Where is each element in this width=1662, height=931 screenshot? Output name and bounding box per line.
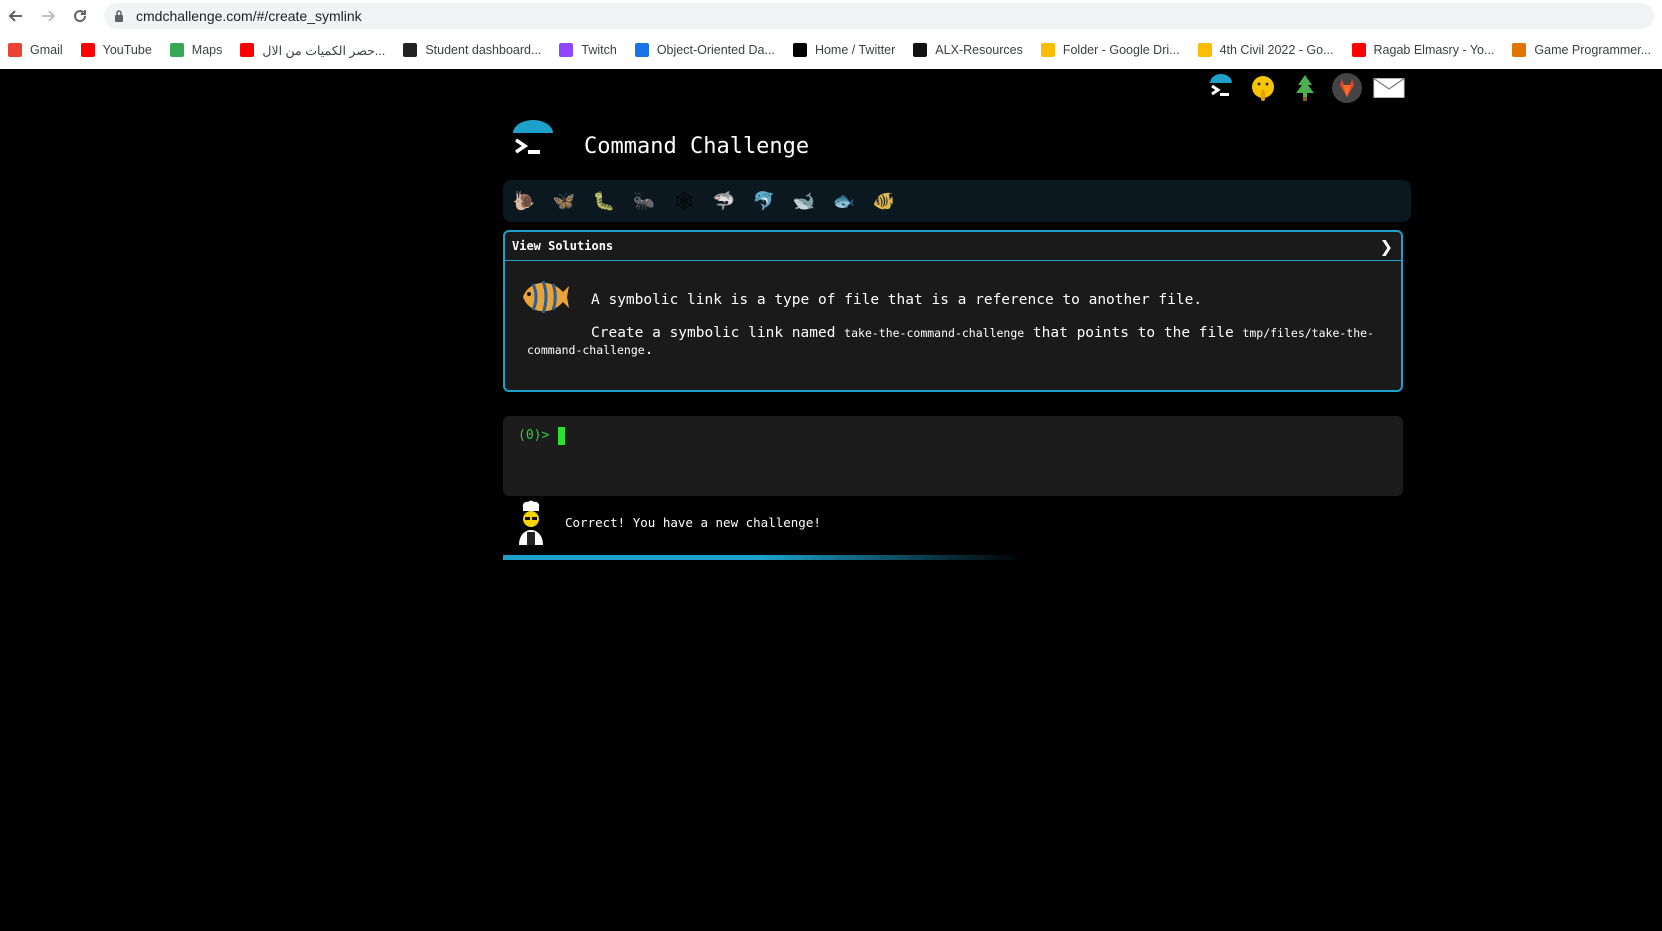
address-bar-row: cmdchallenge.com/#/create_symlink bbox=[0, 0, 1662, 32]
fish-icon[interactable]: 🐟 bbox=[831, 188, 857, 214]
view-solutions-label: View Solutions bbox=[512, 239, 614, 253]
twitch-icon bbox=[559, 43, 574, 57]
bookmark-label: حصر الكميات من الال... bbox=[262, 43, 386, 58]
shush-emoji-icon[interactable] bbox=[1247, 72, 1279, 104]
bookmark-label: Folder - Google Dri... bbox=[1062, 43, 1180, 57]
tropical-fish-icon[interactable]: 🐠 bbox=[871, 188, 897, 214]
alx-icon bbox=[403, 43, 418, 57]
drive-icon bbox=[1197, 43, 1212, 57]
pin-icon bbox=[1512, 43, 1527, 57]
bookmark-item[interactable]: Object-Oriented Da... bbox=[634, 43, 775, 57]
top-icons bbox=[1205, 72, 1405, 104]
bookmark-label: Ragab Elmasry - Yo... bbox=[1373, 43, 1495, 57]
bookmark-item[interactable]: Student dashboard... bbox=[403, 43, 541, 57]
bookmark-item[interactable]: Game Programmer... bbox=[1512, 43, 1651, 57]
page-content: Command Challenge 🐌 🦋 🐛 🐜 🕸 🦈 🐬 🐋 🐟 🐠 View Soluti… bbox=[0, 69, 1662, 931]
progress-bar bbox=[503, 555, 1023, 560]
x-icon bbox=[792, 43, 807, 57]
symlink-name-code: take-the-command-challenge bbox=[844, 326, 1025, 340]
bookmark-item[interactable]: YouTube bbox=[80, 43, 152, 57]
terminal-prompt: (0)> bbox=[518, 428, 550, 443]
feedback-area: Correct! You have a new challenge! bbox=[515, 499, 821, 545]
bookmark-label: Twitch bbox=[581, 43, 617, 57]
reload-icon[interactable] bbox=[64, 0, 96, 32]
youtube-icon bbox=[1351, 43, 1366, 57]
gitlab-icon[interactable] bbox=[1331, 72, 1363, 104]
challenge-task: Create a symbolic link named take-the-co… bbox=[527, 325, 1387, 359]
tree-icon[interactable] bbox=[1289, 72, 1321, 104]
tropical-fish-icon bbox=[519, 274, 571, 320]
snail-icon[interactable]: 🐌 bbox=[511, 188, 537, 214]
url-field[interactable]: cmdchallenge.com/#/create_symlink bbox=[104, 3, 1654, 29]
bookmark-label: Game Programmer... bbox=[1534, 43, 1652, 57]
brand-header: Command Challenge bbox=[510, 119, 809, 165]
bookmark-item[interactable]: حصر الكميات من الال... bbox=[240, 43, 385, 58]
bookmark-item[interactable]: Home / Twitter bbox=[792, 43, 896, 57]
forward-arrow-icon[interactable] bbox=[32, 0, 64, 32]
drive-icon bbox=[1040, 43, 1055, 57]
caterpillar-icon[interactable]: 🐛 bbox=[591, 188, 617, 214]
dolphin-icon[interactable]: 🐬 bbox=[751, 188, 777, 214]
bookmark-item[interactable]: Twitch bbox=[559, 43, 617, 57]
bookmark-label: ALX-Resources bbox=[935, 43, 1023, 57]
url-text: cmdchallenge.com/#/create_symlink bbox=[136, 8, 362, 24]
spider-web-icon[interactable]: 🕸 bbox=[671, 188, 697, 214]
mail-icon[interactable] bbox=[1373, 72, 1405, 104]
chevron-right-icon: ❯ bbox=[1379, 236, 1393, 256]
browser-chrome: cmdchallenge.com/#/create_symlink Gmail Y… bbox=[0, 0, 1662, 69]
challenge-panel: View Solutions ❯ A symbolic link is a ty… bbox=[503, 230, 1403, 392]
view-solutions-toggle[interactable]: View Solutions ❯ bbox=[505, 232, 1401, 261]
bookmark-label: Gmail bbox=[30, 43, 63, 57]
bookmarks-bar: Gmail YouTube Maps حصر الكميات من الال... St… bbox=[0, 38, 1662, 62]
bookmark-item[interactable]: Gmail bbox=[8, 43, 63, 57]
youtube-icon bbox=[80, 43, 95, 57]
page-title: Command Challenge bbox=[584, 133, 810, 159]
bookmark-label: Object-Oriented Da... bbox=[656, 43, 775, 57]
feedback-message: Correct! You have a new challenge! bbox=[565, 514, 821, 530]
back-arrow-icon[interactable] bbox=[0, 0, 32, 32]
gmail-icon bbox=[8, 43, 22, 57]
youtube-icon bbox=[240, 43, 255, 57]
bookmark-label: YouTube bbox=[102, 43, 152, 57]
terminal-icon[interactable] bbox=[1205, 72, 1237, 104]
terminal-input[interactable]: (0)> bbox=[503, 416, 1403, 496]
terminal-cursor bbox=[558, 427, 565, 445]
task-mid: that points to the file bbox=[1024, 325, 1243, 341]
bookmark-item[interactable]: Maps bbox=[169, 43, 223, 57]
butterfly-icon[interactable]: 🦋 bbox=[551, 188, 577, 214]
challenge-description: A symbolic link is a type of file that i… bbox=[591, 292, 1203, 308]
bookmark-item[interactable]: 4th Civil 2022 - Go... bbox=[1197, 43, 1334, 57]
alx-icon bbox=[913, 43, 928, 57]
bookmark-label: Maps bbox=[191, 43, 223, 57]
task-suffix: . bbox=[644, 342, 654, 358]
maps-icon bbox=[169, 43, 184, 57]
chef-icon bbox=[515, 499, 547, 545]
task-prefix: Create a symbolic link named bbox=[591, 325, 845, 341]
ant-icon[interactable]: 🐜 bbox=[631, 188, 657, 214]
level-selector: 🐌 🦋 🐛 🐜 🕸 🦈 🐬 🐋 🐟 🐠 bbox=[503, 180, 1411, 222]
c-icon bbox=[634, 43, 649, 57]
bookmark-label: 4th Civil 2022 - Go... bbox=[1219, 43, 1334, 57]
bookmark-item[interactable]: Ragab Elmasry - Yo... bbox=[1351, 43, 1495, 57]
bookmark-label: Student dashboard... bbox=[425, 43, 542, 57]
command-challenge-logo[interactable] bbox=[510, 119, 556, 165]
shark-icon[interactable]: 🦈 bbox=[711, 188, 737, 214]
bookmark-item[interactable]: ALX-Resources bbox=[913, 43, 1023, 57]
bookmark-item[interactable]: Folder - Google Dri... bbox=[1040, 43, 1180, 57]
whale-icon[interactable]: 🐋 bbox=[791, 188, 817, 214]
lock-icon bbox=[115, 10, 123, 22]
bookmark-label: Home / Twitter bbox=[814, 43, 896, 57]
